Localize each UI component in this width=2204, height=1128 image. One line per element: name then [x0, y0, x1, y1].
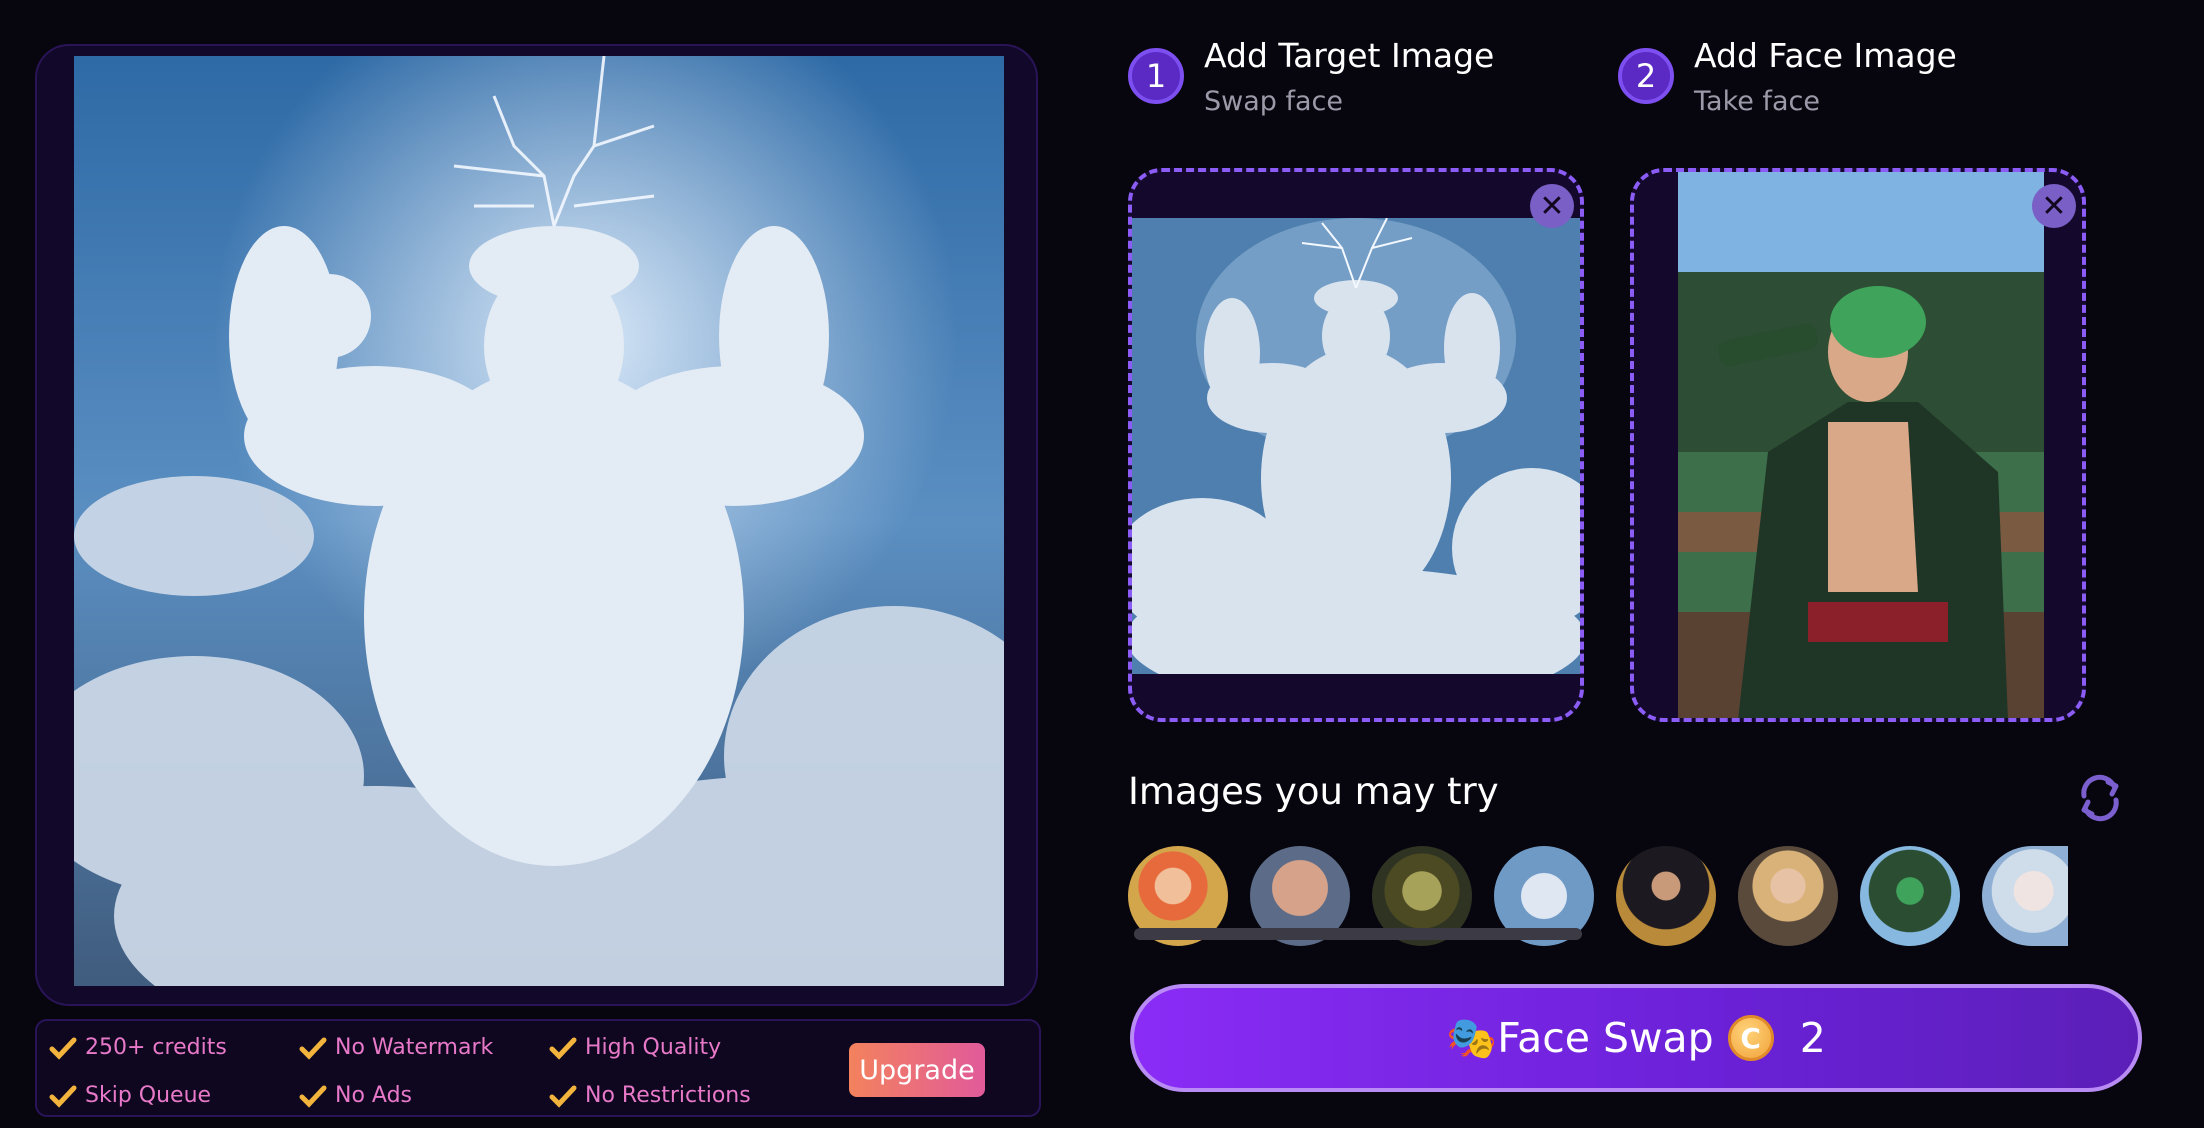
perk-label: No Ads: [335, 1083, 412, 1108]
refresh-icon[interactable]: [2072, 770, 2128, 826]
perk-label: No Restrictions: [585, 1083, 751, 1108]
face-swap-button[interactable]: 🎭 Face Swap C 2: [1130, 984, 2142, 1092]
step-add-target: 1 Add Target Image Swap face: [1128, 30, 1494, 122]
perk-label: 250+ credits: [85, 1035, 227, 1060]
step-number-badge: 2: [1618, 48, 1674, 104]
thumbs-scrollbar[interactable]: [1134, 928, 1582, 940]
suggested-image-thumb[interactable]: [1738, 846, 1838, 946]
face-swap-label: Face Swap: [1497, 1014, 1714, 1062]
result-preview-panel: [35, 44, 1038, 1006]
check-icon: [549, 1037, 577, 1060]
face-image-dropzone[interactable]: ✕: [1630, 168, 2086, 722]
check-icon: [299, 1085, 327, 1108]
coin-icon: C: [1727, 1015, 1774, 1061]
perk-item: 250+ credits: [49, 1035, 227, 1060]
perk-item: No Restrictions: [549, 1083, 751, 1108]
check-icon: [49, 1085, 77, 1108]
plan-perks-panel: 250+ credits No Watermark High Quality S…: [35, 1019, 1041, 1117]
remove-face-button[interactable]: ✕: [2032, 184, 2076, 228]
suggested-image-thumb[interactable]: [1860, 846, 1960, 946]
result-image: [74, 56, 1004, 986]
perk-label: No Watermark: [335, 1035, 494, 1060]
suggested-images-title: Images you may try: [1128, 770, 1499, 813]
perk-label: Skip Queue: [85, 1083, 212, 1108]
suggested-image-thumb[interactable]: [1982, 846, 2068, 946]
perk-item: Skip Queue: [49, 1083, 211, 1108]
check-icon: [549, 1085, 577, 1108]
step-number-badge: 1: [1128, 48, 1184, 104]
perk-item: No Watermark: [299, 1035, 493, 1060]
cloud-man-image: [74, 56, 1004, 986]
check-icon: [49, 1037, 77, 1060]
target-image: [1132, 218, 1580, 674]
step-subtitle: Swap face: [1204, 86, 1343, 117]
perk-item: No Ads: [299, 1083, 412, 1108]
target-image-dropzone[interactable]: ✕: [1128, 168, 1584, 722]
perk-item: High Quality: [549, 1035, 721, 1060]
suggested-image-thumb[interactable]: [1616, 846, 1716, 946]
masks-icon: 🎭: [1446, 1013, 1498, 1062]
credit-cost: 2: [1799, 1014, 1826, 1062]
face-image: [1678, 172, 2044, 718]
step-add-face: 2 Add Face Image Take face: [1618, 30, 1957, 122]
step-subtitle: Take face: [1694, 86, 1820, 117]
upgrade-button[interactable]: Upgrade: [849, 1043, 985, 1097]
step-title: Add Target Image: [1204, 36, 1495, 75]
step-title: Add Face Image: [1694, 36, 1957, 75]
check-icon: [299, 1037, 327, 1060]
remove-target-button[interactable]: ✕: [1530, 184, 1574, 228]
perk-label: High Quality: [585, 1035, 722, 1060]
